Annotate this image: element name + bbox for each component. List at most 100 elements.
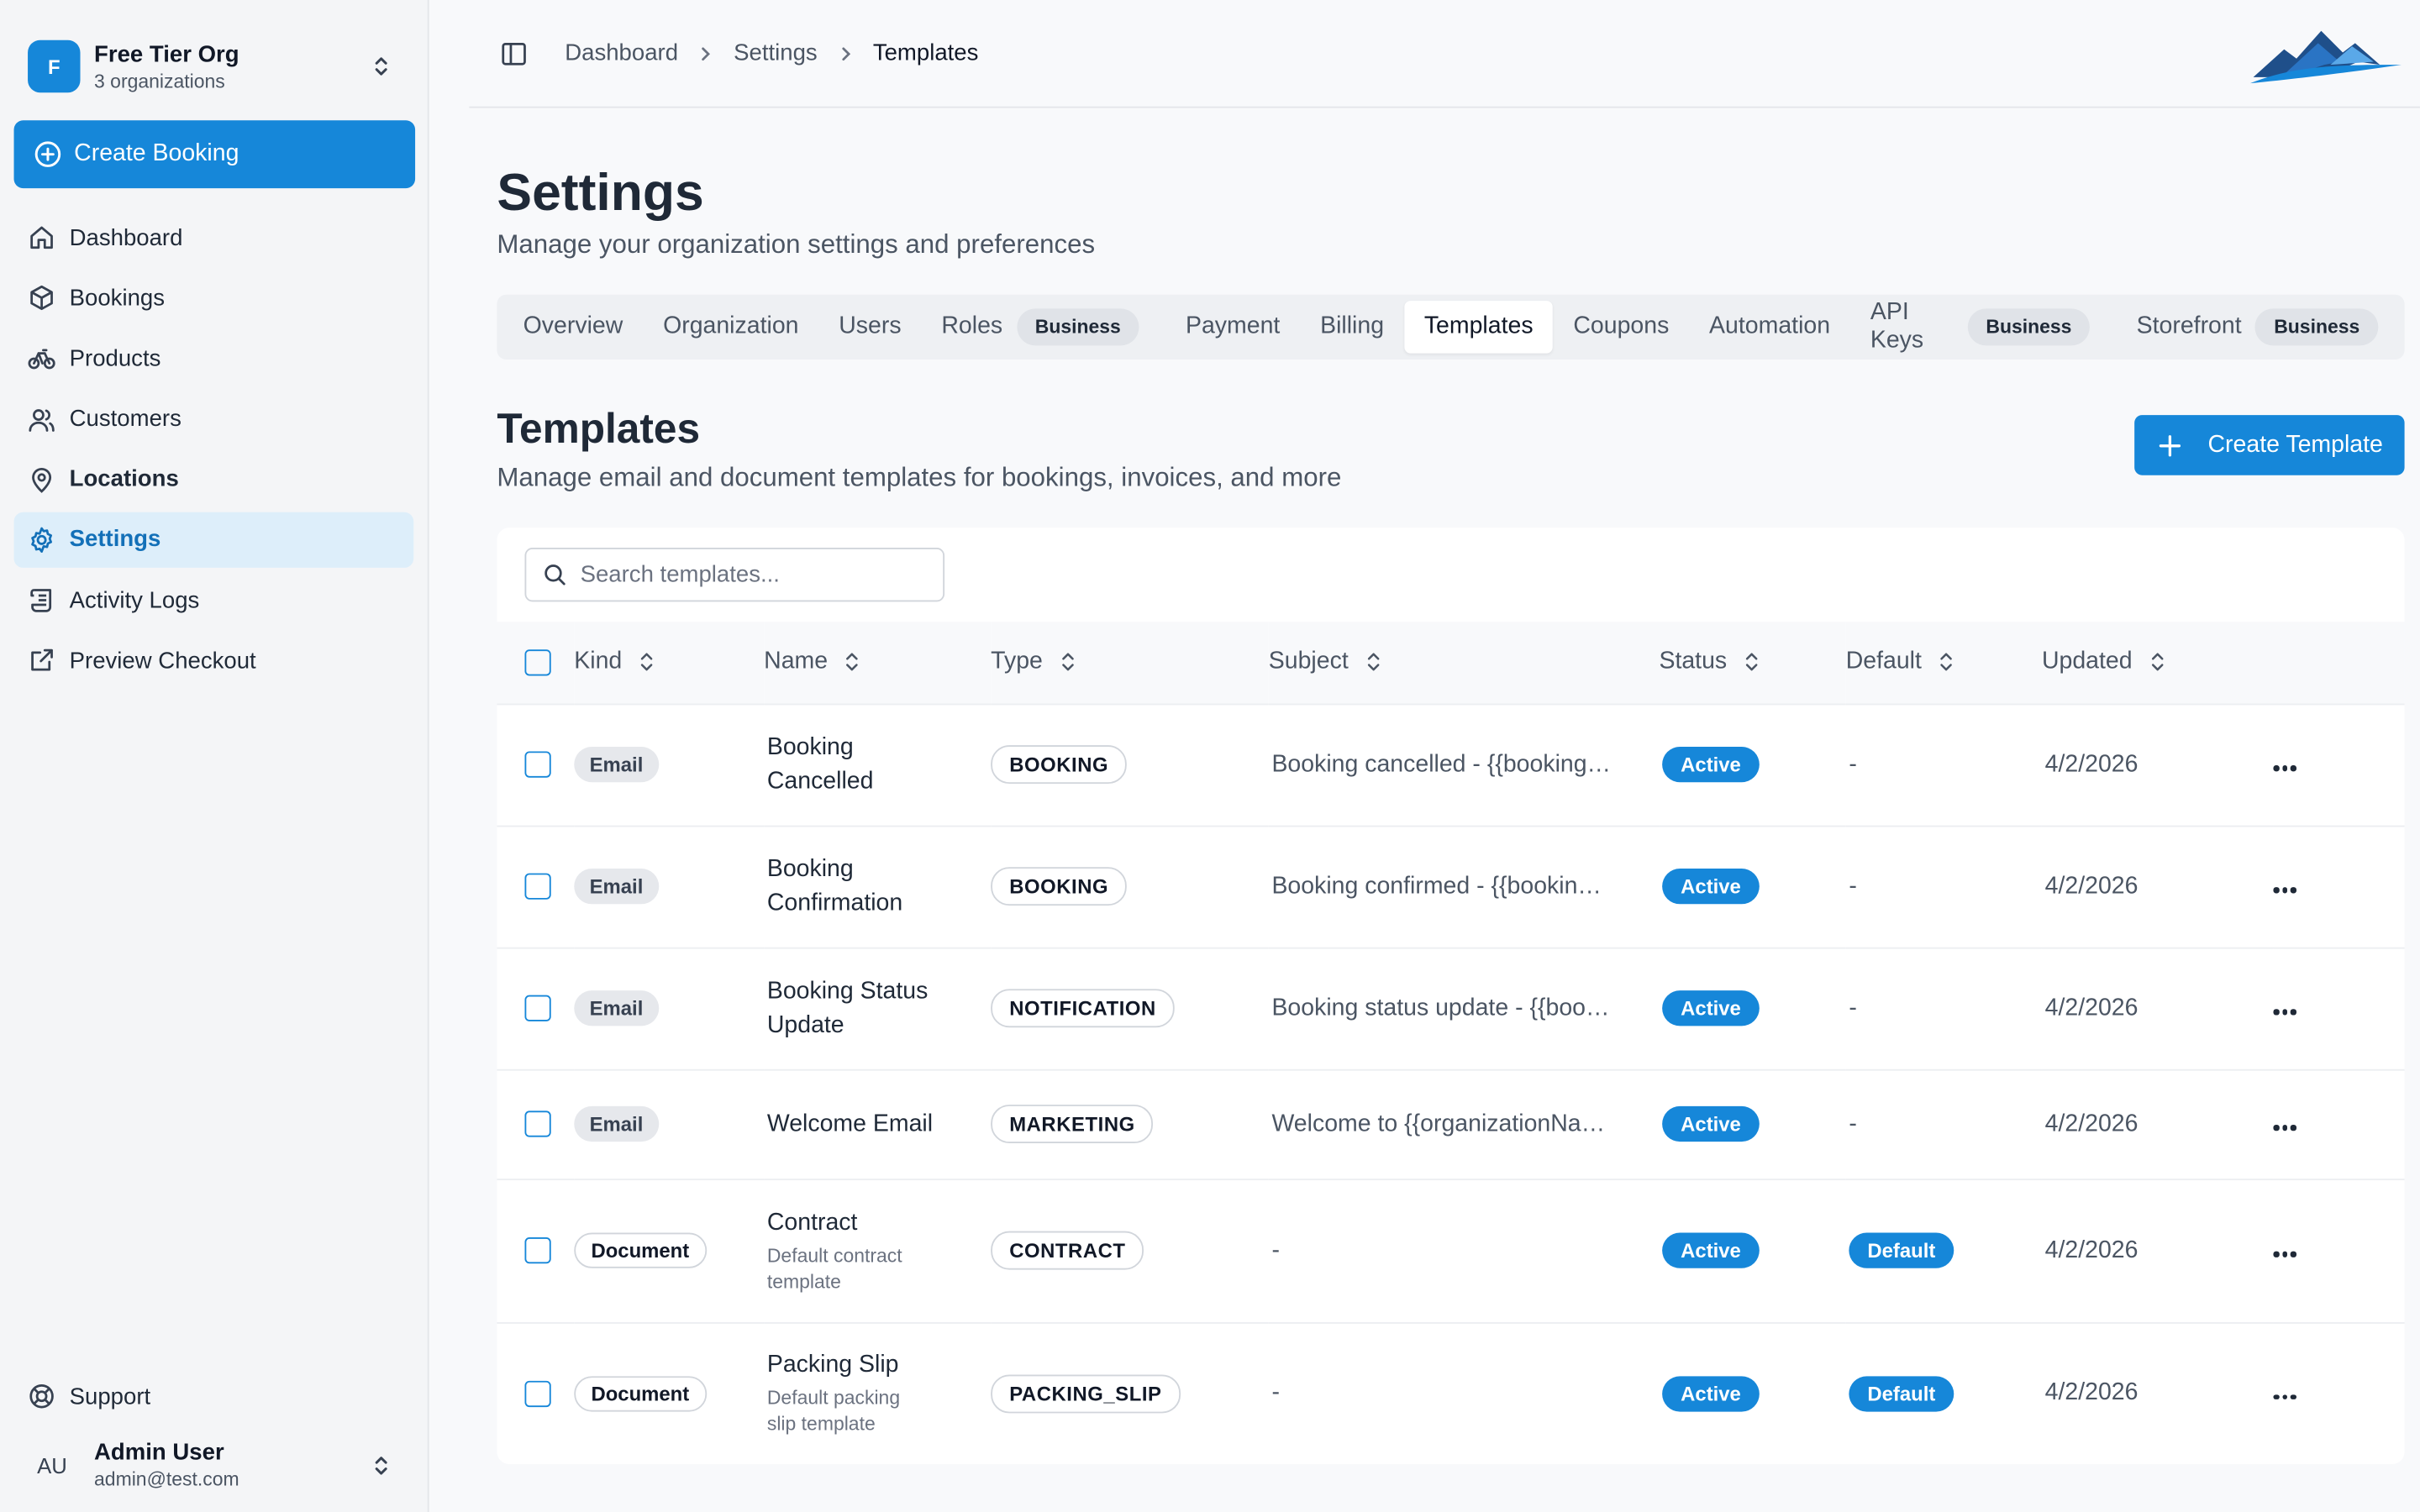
column-header-subject[interactable]: Subject bbox=[1269, 648, 1382, 676]
sidebar-item-label: Customers bbox=[69, 406, 182, 433]
table-row[interactable]: Document Packing Slip Default packing sl… bbox=[497, 1322, 2405, 1464]
create-template-button[interactable]: Create Template bbox=[2133, 415, 2405, 475]
table-row[interactable]: Email Booking Confirmation BOOKING Booki… bbox=[497, 825, 2405, 948]
column-label: Type bbox=[991, 648, 1043, 675]
template-subject: - bbox=[1271, 1236, 1280, 1263]
template-subject: Booking confirmed - {{bookin… bbox=[1271, 872, 1602, 899]
more-actions-icon[interactable] bbox=[2273, 1394, 2296, 1400]
settings-tabs: Overview Organization Users Roles Busines… bbox=[497, 294, 2405, 360]
template-name: Booking Confirmation bbox=[766, 855, 903, 916]
sort-icon bbox=[640, 653, 653, 671]
tab-storefront[interactable]: Storefront Business bbox=[2117, 301, 2398, 353]
sidebar-item-bookings[interactable]: Bookings bbox=[14, 270, 414, 326]
sidebar-item-settings[interactable]: Settings bbox=[13, 512, 414, 568]
type-badge: NOTIFICATION bbox=[991, 989, 1175, 1028]
sidebar-item-dashboard[interactable]: Dashboard bbox=[14, 210, 414, 265]
column-header-name[interactable]: Name bbox=[764, 648, 861, 676]
type-badge: PACKING_SLIP bbox=[991, 1374, 1181, 1413]
template-name: Contract bbox=[766, 1209, 858, 1236]
user-menu[interactable]: AU Admin User admin@test.com bbox=[0, 1440, 428, 1512]
org-avatar: F bbox=[28, 39, 81, 93]
users-icon bbox=[29, 408, 55, 432]
default-value: - bbox=[1849, 872, 1857, 899]
row-checkbox[interactable] bbox=[524, 1380, 551, 1407]
column-header-type[interactable]: Type bbox=[991, 648, 1076, 676]
kind-badge: Email bbox=[574, 990, 659, 1026]
default-value: - bbox=[1849, 750, 1857, 777]
sort-icon bbox=[846, 653, 859, 671]
tab-billing[interactable]: Billing bbox=[1300, 301, 1404, 353]
updated-date: 4/2/2026 bbox=[2044, 1236, 2139, 1263]
column-header-default[interactable]: Default bbox=[1846, 648, 1956, 676]
tab-coupons[interactable]: Coupons bbox=[1553, 301, 1689, 353]
more-actions-icon[interactable] bbox=[2273, 1251, 2296, 1257]
tab-label: Users bbox=[839, 312, 902, 340]
column-label: Subject bbox=[1268, 648, 1349, 675]
tab-label: Payment bbox=[1185, 312, 1281, 340]
create-booking-button[interactable]: Create Booking bbox=[13, 120, 416, 189]
tab-api-keys[interactable]: API Keys Business bbox=[1850, 299, 2110, 354]
more-actions-icon[interactable] bbox=[2273, 887, 2296, 893]
column-header-updated[interactable]: Updated bbox=[2042, 648, 2166, 676]
chevron-right-icon bbox=[702, 46, 711, 60]
search-input[interactable] bbox=[580, 561, 920, 588]
tab-label: API Keys bbox=[1870, 299, 1924, 354]
template-name: Booking Cancelled bbox=[766, 733, 874, 794]
more-actions-icon[interactable] bbox=[2273, 1009, 2296, 1015]
table-row[interactable]: Email Welcome Email MARKETING Welcome to… bbox=[497, 1068, 2405, 1179]
bike-icon bbox=[28, 349, 55, 370]
column-header-status[interactable]: Status bbox=[1659, 648, 1760, 676]
tab-users[interactable]: Users bbox=[818, 301, 921, 353]
more-actions-icon[interactable] bbox=[2273, 1124, 2296, 1131]
org-switcher[interactable]: F Free Tier Org 3 organizations bbox=[0, 0, 428, 108]
support-link[interactable]: Support bbox=[0, 1368, 428, 1424]
tab-roles[interactable]: Roles Business bbox=[921, 301, 1159, 353]
tab-label: Storefront bbox=[2136, 312, 2242, 340]
sidebar-item-activity-logs[interactable]: Activity Logs bbox=[14, 573, 414, 628]
status-badge: Active bbox=[1662, 869, 1760, 905]
sort-icon bbox=[2151, 653, 2163, 671]
kind-badge: Document bbox=[574, 1232, 707, 1268]
sidebar-item-label: Products bbox=[69, 345, 161, 372]
row-checkbox[interactable] bbox=[524, 1110, 551, 1137]
column-label: Default bbox=[1845, 648, 1922, 675]
gear-icon bbox=[31, 527, 52, 553]
breadcrumb-settings[interactable]: Settings bbox=[734, 40, 818, 66]
row-checkbox[interactable] bbox=[524, 1236, 551, 1264]
default-value: - bbox=[1849, 1110, 1857, 1137]
tab-organization[interactable]: Organization bbox=[643, 301, 818, 353]
sidebar-item-customers[interactable]: Customers bbox=[14, 391, 414, 447]
tab-label: Organization bbox=[663, 312, 799, 340]
scroll-icon bbox=[30, 589, 52, 612]
template-name: Welcome Email bbox=[766, 1110, 934, 1137]
tab-label: Templates bbox=[1423, 312, 1534, 340]
table-row[interactable]: Email Booking Status Update NOTIFICATION… bbox=[497, 947, 2405, 1069]
status-badge: Active bbox=[1662, 746, 1760, 783]
create-booking-label: Create Booking bbox=[74, 140, 239, 167]
more-actions-icon[interactable] bbox=[2273, 765, 2296, 771]
status-badge: Active bbox=[1662, 990, 1760, 1026]
column-label: Status bbox=[1659, 648, 1728, 675]
row-checkbox[interactable] bbox=[524, 873, 551, 900]
org-name: Free Tier Org bbox=[94, 40, 239, 67]
template-description: Default packing slip template bbox=[766, 1387, 901, 1436]
sidebar-item-preview-checkout[interactable]: Preview Checkout bbox=[14, 633, 414, 689]
column-header-kind[interactable]: Kind bbox=[574, 648, 655, 676]
breadcrumb-dashboard[interactable]: Dashboard bbox=[565, 40, 678, 66]
row-checkbox[interactable] bbox=[524, 995, 551, 1021]
sidebar-item-products[interactable]: Products bbox=[14, 331, 414, 386]
sidebar-toggle-icon[interactable] bbox=[500, 39, 528, 67]
tab-automation[interactable]: Automation bbox=[1689, 301, 1850, 353]
table-row[interactable]: Document Contract Default contract templ… bbox=[497, 1179, 2405, 1322]
sidebar-item-locations[interactable]: Locations bbox=[14, 452, 414, 507]
user-name: Admin User bbox=[94, 1439, 224, 1466]
select-all-checkbox[interactable] bbox=[524, 648, 551, 675]
tab-overview[interactable]: Overview bbox=[503, 301, 643, 353]
row-checkbox[interactable] bbox=[524, 751, 551, 778]
tab-payment[interactable]: Payment bbox=[1165, 301, 1300, 353]
status-badge: Active bbox=[1662, 1375, 1760, 1412]
table-row[interactable]: Email Booking Cancelled BOOKING Booking … bbox=[497, 703, 2405, 826]
box-icon bbox=[30, 286, 53, 311]
column-label: Name bbox=[764, 648, 829, 675]
tab-templates[interactable]: Templates bbox=[1403, 301, 1554, 354]
